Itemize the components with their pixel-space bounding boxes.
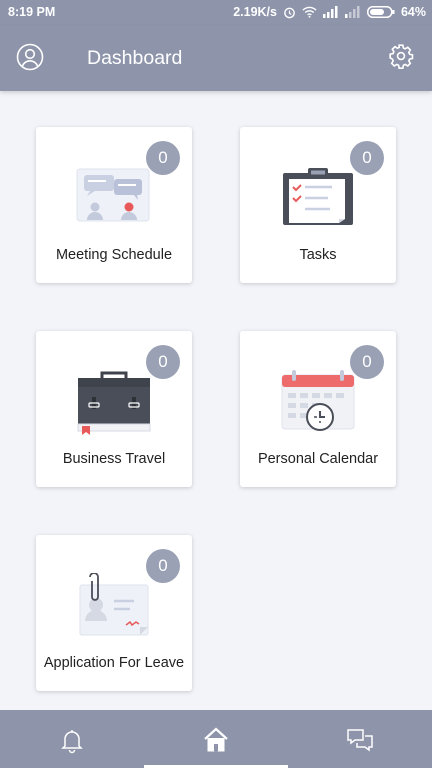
status-icons: 2.19K/s 64%	[233, 5, 426, 19]
alarm-icon	[284, 7, 295, 18]
status-bar: 8:19 PM 2.19K/s 64%	[0, 0, 432, 25]
tile-personal-calendar[interactable]: 0 Personal Calendar	[240, 331, 396, 487]
chat-bubbles-icon[interactable]	[346, 726, 374, 754]
bottom-navigation	[0, 710, 432, 768]
leave-document-icon	[79, 573, 149, 636]
status-time: 8:19 PM	[8, 5, 56, 19]
signal-icon-2	[344, 6, 360, 18]
tile-application-for-leave[interactable]: 0 Application For Leave	[36, 535, 192, 691]
battery-icon	[366, 6, 395, 18]
tile-meeting-schedule[interactable]: 0 Meeting Schedule	[36, 127, 192, 283]
meeting-chat-icon	[76, 168, 150, 222]
tile-business-travel[interactable]: 0 Business Travel	[36, 331, 192, 487]
tile-label: Application For Leave	[43, 655, 185, 671]
page-title: Dashboard	[87, 47, 183, 69]
battery-percent: 64%	[400, 5, 426, 19]
network-speed: 2.19K/s	[233, 5, 277, 19]
tile-label: Meeting Schedule	[55, 247, 173, 263]
signal-icon	[322, 6, 338, 18]
home-icon[interactable]	[202, 726, 230, 754]
tile-tasks[interactable]: 0 Tasks	[240, 127, 396, 283]
app-bar: Dashboard	[0, 25, 432, 91]
calendar-clock-icon	[281, 370, 355, 431]
wifi-icon	[302, 6, 317, 18]
user-circle-icon[interactable]	[16, 43, 44, 71]
clipboard-checklist-icon	[283, 168, 353, 225]
briefcase-icon	[77, 371, 151, 435]
tile-label: Tasks	[299, 247, 337, 263]
tile-label: Personal Calendar	[257, 451, 379, 467]
notifications-bell-icon[interactable]	[58, 726, 86, 754]
tile-label: Business Travel	[62, 451, 166, 467]
gear-icon[interactable]	[388, 43, 414, 69]
